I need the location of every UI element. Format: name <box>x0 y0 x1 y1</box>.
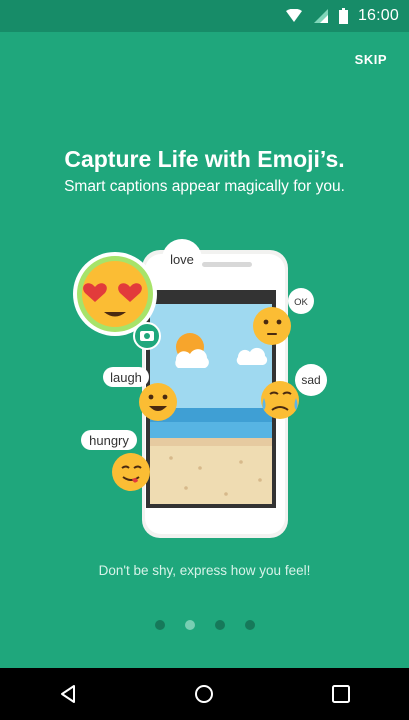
sad-tag: sad <box>295 364 327 396</box>
laugh-tag: laugh <box>103 367 149 387</box>
onboarding-caption: Don't be shy, express how you feel! <box>98 563 311 578</box>
hungry-tag-label: hungry <box>89 433 129 448</box>
love-tag-label: love <box>170 252 194 267</box>
crying-emoji <box>261 381 299 419</box>
laugh-tag-label: laugh <box>110 370 142 385</box>
recents-button[interactable] <box>317 674 365 714</box>
status-time: 16:00 <box>357 7 399 24</box>
page-dot-1[interactable] <box>154 620 165 630</box>
status-bar: 16:00 <box>0 0 409 32</box>
page-dot-3[interactable] <box>214 620 225 630</box>
page-indicator <box>0 620 409 630</box>
onboarding-illustration: love OK sad laugh hungry <box>73 239 327 538</box>
laughing-emoji <box>139 383 177 421</box>
hungry-tag: hungry <box>81 430 137 450</box>
love-tag: love <box>162 239 202 279</box>
back-icon <box>61 685 76 703</box>
signal-icon <box>313 9 328 23</box>
recents-icon <box>331 685 350 703</box>
home-icon <box>195 685 214 703</box>
ok-tag: OK <box>288 288 314 314</box>
page-dot-4[interactable] <box>244 620 255 630</box>
skip-button[interactable]: SKIP <box>355 52 387 67</box>
sad-tag-label: sad <box>301 373 320 387</box>
wifi-icon <box>285 9 302 22</box>
onboarding-screen: 16:00 SKIP Capture Life with Emoji’s. Sm… <box>0 0 409 720</box>
onboarding-title: Capture Life with Emoji’s. <box>64 146 345 172</box>
onboarding-subtitle: Smart captions appear magically for you. <box>64 178 345 195</box>
page-dot-2[interactable] <box>184 620 195 630</box>
back-button[interactable] <box>44 674 92 714</box>
ok-tag-label: OK <box>294 297 308 308</box>
home-button[interactable] <box>180 674 228 714</box>
navigation-bar <box>0 668 409 720</box>
camera-icon <box>133 322 161 350</box>
neutral-emoji <box>253 307 291 345</box>
yum-emoji <box>112 453 150 491</box>
battery-icon <box>338 8 348 24</box>
